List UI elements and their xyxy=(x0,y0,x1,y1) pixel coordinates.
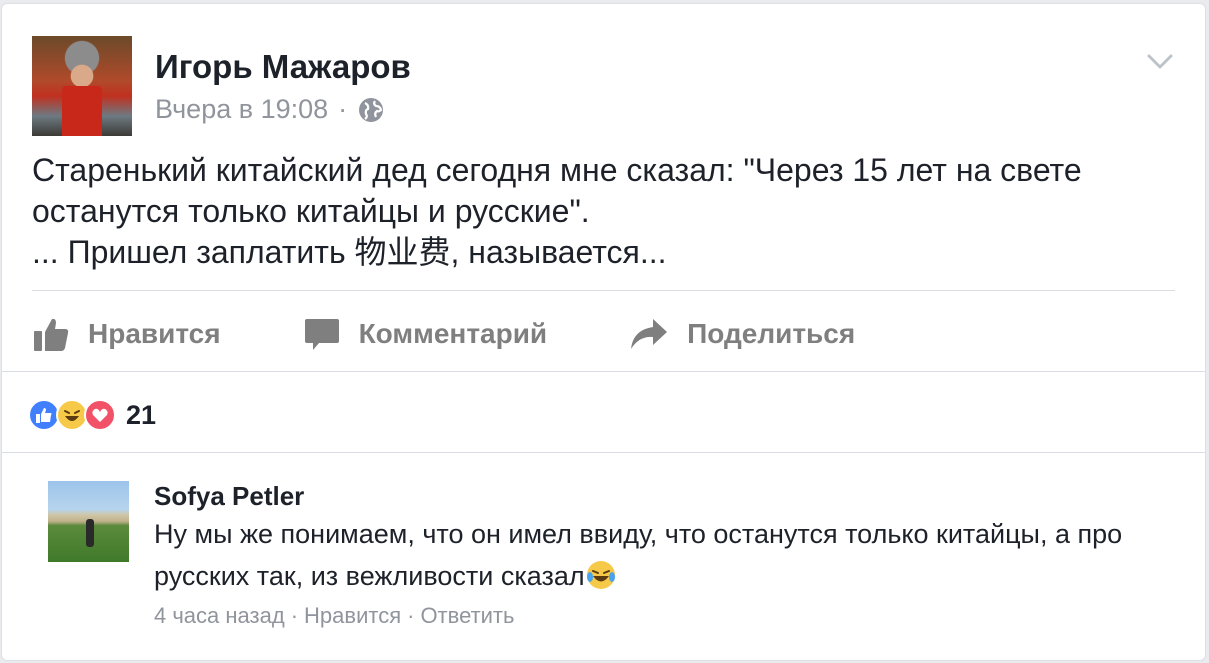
post-meta: Вчера в 19:08 · xyxy=(155,94,385,125)
commenter-avatar[interactable] xyxy=(48,481,129,562)
comment-meta: 4 часа назад · Нравится · Ответить xyxy=(154,603,514,629)
like-button-label: Нравится xyxy=(88,318,221,349)
post-text: Старенький китайский дед сегодня мне ска… xyxy=(32,152,1082,270)
comment-reply-link[interactable]: Ответить xyxy=(420,603,514,629)
post-card: Игорь Мажаров Вчера в 19:08 · Старенький… xyxy=(1,3,1206,661)
meta-separator: · xyxy=(290,603,299,628)
post-author-name[interactable]: Игорь Мажаров xyxy=(155,48,411,86)
comment-like-link[interactable]: Нравится xyxy=(304,603,401,629)
comment-button-label: Комментарий xyxy=(358,318,548,349)
divider xyxy=(32,290,1175,291)
tears-of-joy-icon xyxy=(586,561,615,589)
meta-separator: · xyxy=(338,94,348,124)
reactions-count: 21 xyxy=(126,399,157,430)
meta-separator: · xyxy=(407,603,415,628)
share-arrow-icon xyxy=(631,319,668,349)
share-button[interactable]: Поделиться xyxy=(629,315,855,353)
comment-text: Ну мы же понимаем, что он имел ввиду, чт… xyxy=(154,513,1174,597)
love-icon xyxy=(84,399,116,431)
comment-time[interactable]: 4 часа назад xyxy=(154,603,285,629)
globe-icon[interactable] xyxy=(357,96,385,124)
thumbs-up-icon xyxy=(34,318,69,351)
post-actions-bar: Нравится Комментарий Поделиться xyxy=(32,304,937,364)
author-avatar[interactable] xyxy=(32,36,132,136)
like-button[interactable]: Нравится xyxy=(32,315,221,353)
comment-author-name[interactable]: Sofya Petler xyxy=(154,481,304,512)
reactions-summary[interactable]: 21 xyxy=(28,399,156,431)
divider xyxy=(2,371,1205,372)
comment-button[interactable]: Комментарий xyxy=(303,315,548,353)
chevron-down-icon[interactable] xyxy=(1145,52,1175,72)
share-button-label: Поделиться xyxy=(687,318,856,349)
post-timestamp[interactable]: Вчера в 19:08 xyxy=(155,94,328,125)
divider xyxy=(2,452,1205,453)
comment-body: Ну мы же понимаем, что он имел ввиду, чт… xyxy=(154,519,1123,591)
comment-bubble-icon xyxy=(304,319,339,350)
